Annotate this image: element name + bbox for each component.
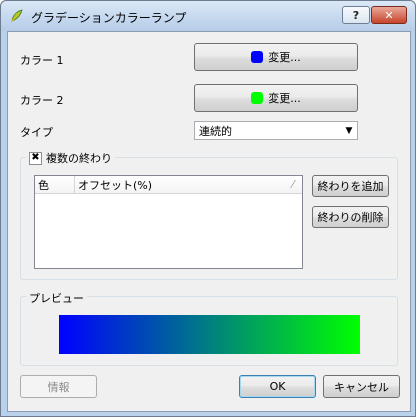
type-select-value: 連続的 — [199, 124, 232, 138]
close-icon: ✕ — [384, 8, 394, 22]
multi-stop-checkbox[interactable]: ✖ — [29, 151, 42, 165]
color1-change-button[interactable]: 変更... — [194, 43, 358, 71]
color1-label: カラー 1 — [20, 54, 64, 67]
qgis-app-icon — [11, 9, 23, 22]
multi-stop-group-title: ✖ 複数の終わり — [26, 150, 115, 166]
color2-button-label: 変更... — [268, 92, 301, 105]
column-header-offset[interactable]: オフセット(%) ⁄ — [75, 176, 302, 194]
gradient-ramp-dialog: グラデーションカラーランプ ? ✕ カラー 1 変更... カラー 2 変更..… — [0, 0, 416, 417]
column-header-color[interactable]: 色 — [35, 176, 75, 194]
ok-button[interactable]: OK — [239, 375, 316, 398]
title-bar[interactable]: グラデーションカラーランプ ? ✕ — [1, 1, 415, 31]
column-header-offset-label: オフセット(%) — [78, 178, 153, 192]
add-stop-button[interactable]: 終わりを追加 — [312, 175, 389, 197]
gradient-preview — [59, 315, 360, 354]
color1-swatch — [251, 51, 264, 63]
color2-change-button[interactable]: 変更... — [194, 84, 358, 112]
multi-stop-label[interactable]: 複数の終わり — [46, 150, 112, 166]
color1-button-label: 変更... — [268, 51, 301, 64]
type-label: タイプ — [20, 126, 53, 139]
color2-label: カラー 2 — [20, 94, 64, 107]
close-button[interactable]: ✕ — [371, 6, 407, 24]
stops-table[interactable]: 色 オフセット(%) ⁄ — [34, 175, 303, 269]
window-title: グラデーションカラーランプ — [31, 11, 187, 25]
help-button[interactable]: ? — [342, 6, 370, 24]
sort-indicator-icon: ⁄ — [292, 178, 294, 191]
info-button[interactable]: 情報 — [20, 375, 97, 398]
help-icon: ? — [352, 8, 360, 22]
preview-label: プレビュー — [29, 292, 84, 305]
type-select[interactable]: 連続的 ▼ — [194, 121, 358, 140]
remove-stop-button[interactable]: 終わりの削除 — [312, 206, 389, 228]
chevron-down-icon[interactable]: ▼ — [341, 122, 357, 139]
dialog-body: カラー 1 変更... カラー 2 変更... タイプ 連続的 ▼ ✖ 複数の終… — [7, 31, 411, 412]
color2-swatch — [251, 92, 264, 104]
preview-group-title: プレビュー — [26, 290, 87, 306]
cancel-button[interactable]: キャンセル — [323, 375, 400, 398]
